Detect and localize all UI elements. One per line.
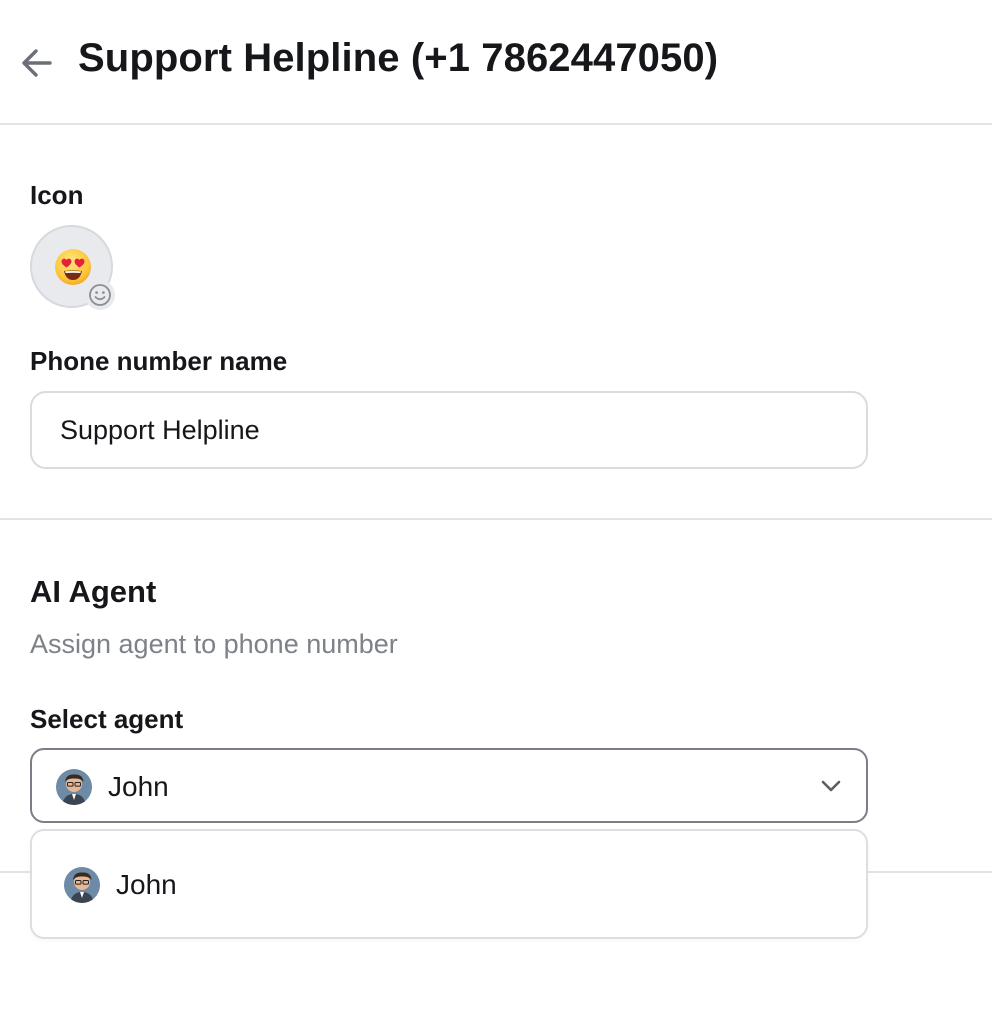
agent-option-john[interactable]: John bbox=[32, 831, 866, 937]
agent-select[interactable]: John bbox=[30, 748, 868, 823]
arrow-left-icon bbox=[22, 49, 52, 77]
back-button[interactable] bbox=[18, 44, 56, 82]
ai-agent-section-title: AI Agent bbox=[30, 574, 157, 609]
smiley-outline-icon bbox=[85, 280, 115, 310]
select-agent-label: Select agent bbox=[30, 704, 184, 734]
section-divider bbox=[0, 518, 992, 520]
agent-avatar bbox=[56, 769, 92, 805]
agent-avatar bbox=[64, 867, 100, 903]
selected-agent-value: John bbox=[108, 771, 169, 802]
icon-label: Icon bbox=[30, 180, 84, 210]
phone-number-settings-page: Support Helpline (+1 7862447050) Icon Ph… bbox=[0, 0, 992, 1027]
page-header: Support Helpline (+1 7862447050) bbox=[0, 0, 992, 125]
icon-picker-button[interactable] bbox=[30, 225, 115, 310]
ai-agent-section-description: Assign agent to phone number bbox=[30, 629, 398, 659]
page-title: Support Helpline (+1 7862447050) bbox=[78, 36, 719, 80]
phone-number-name-label: Phone number name bbox=[30, 346, 288, 376]
agent-dropdown-menu: John bbox=[30, 829, 868, 939]
phone-number-name-input[interactable] bbox=[30, 391, 868, 469]
chevron-down-icon bbox=[821, 780, 841, 792]
heart-eyes-emoji-icon bbox=[55, 249, 91, 285]
agent-option-label: John bbox=[116, 869, 177, 900]
